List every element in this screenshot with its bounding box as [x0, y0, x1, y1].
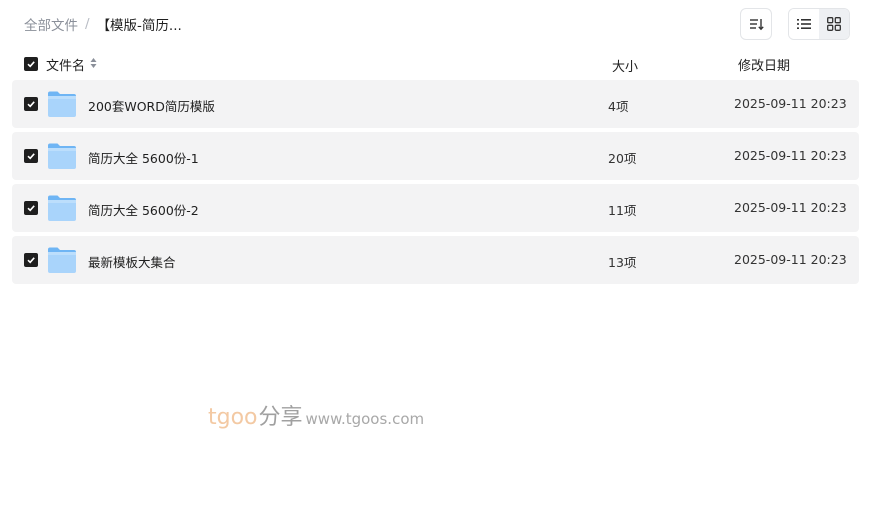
folder-icon: [48, 91, 76, 117]
column-size-header[interactable]: 大小: [612, 56, 638, 75]
list-view-icon: [797, 19, 811, 29]
row-checkbox[interactable]: [24, 97, 38, 111]
breadcrumb: 全部文件 / 【模版-简历...: [24, 14, 182, 34]
file-size: 11项: [608, 203, 637, 218]
column-name-label: 文件名: [46, 59, 86, 74]
breadcrumb-current: 【模版-简历...: [96, 18, 182, 34]
watermark-brand: tgoo: [208, 405, 258, 430]
check-icon: [27, 205, 35, 212]
table-row[interactable]: 简历大全 5600份-1 20项 2025-09-11 20:23: [12, 132, 859, 180]
folder-icon: [48, 195, 76, 221]
file-modified: 2025-09-11 20:23: [734, 148, 847, 163]
file-name[interactable]: 简历大全 5600份-1: [88, 148, 199, 167]
check-icon: [27, 153, 35, 160]
row-checkbox[interactable]: [24, 149, 38, 163]
table-row[interactable]: 简历大全 5600份-2 11项 2025-09-11 20:23: [12, 184, 859, 232]
sort-list-icon: [750, 19, 764, 31]
grid-view-icon: [827, 17, 841, 31]
column-name-header[interactable]: 文件名: [46, 55, 97, 74]
file-size: 4项: [608, 99, 629, 114]
select-all-checkbox[interactable]: [24, 57, 38, 71]
table-header: 文件名 大小 修改日期: [12, 52, 859, 76]
row-checkbox[interactable]: [24, 201, 38, 215]
file-size: 20项: [608, 151, 637, 166]
breadcrumb-root-link[interactable]: 全部文件: [24, 14, 78, 34]
check-icon: [27, 101, 35, 108]
file-size: 13项: [608, 255, 637, 270]
file-name[interactable]: 简历大全 5600份-2: [88, 200, 199, 219]
list-view-button[interactable]: [789, 9, 819, 39]
file-modified: 2025-09-11 20:23: [734, 96, 847, 111]
grid-view-button[interactable]: [819, 9, 849, 39]
watermark: tgoo 分享 www.tgoos.com: [208, 399, 424, 431]
check-icon: [27, 61, 35, 68]
table-row[interactable]: 200套WORD简历模版 4项 2025-09-11 20:23: [12, 80, 859, 128]
row-checkbox[interactable]: [24, 253, 38, 267]
file-name[interactable]: 最新模板大集合: [88, 252, 176, 271]
file-modified: 2025-09-11 20:23: [734, 252, 847, 267]
file-modified: 2025-09-11 20:23: [734, 200, 847, 215]
watermark-url: www.tgoos.com: [305, 410, 425, 428]
sort-caret-icon: [90, 57, 97, 73]
column-modified-header[interactable]: 修改日期: [738, 55, 790, 74]
folder-icon: [48, 143, 76, 169]
watermark-cn: 分享: [258, 405, 303, 430]
view-toggle: [788, 8, 850, 40]
check-icon: [27, 257, 35, 264]
table-row[interactable]: 最新模板大集合 13项 2025-09-11 20:23: [12, 236, 859, 284]
folder-icon: [48, 247, 76, 273]
sort-button[interactable]: [740, 8, 772, 40]
file-browser: 全部文件 / 【模版-简历... 文件名 大小 修改日期 200套WORD简历模…: [0, 0, 874, 514]
breadcrumb-separator: /: [85, 16, 90, 32]
file-name[interactable]: 200套WORD简历模版: [88, 96, 215, 115]
